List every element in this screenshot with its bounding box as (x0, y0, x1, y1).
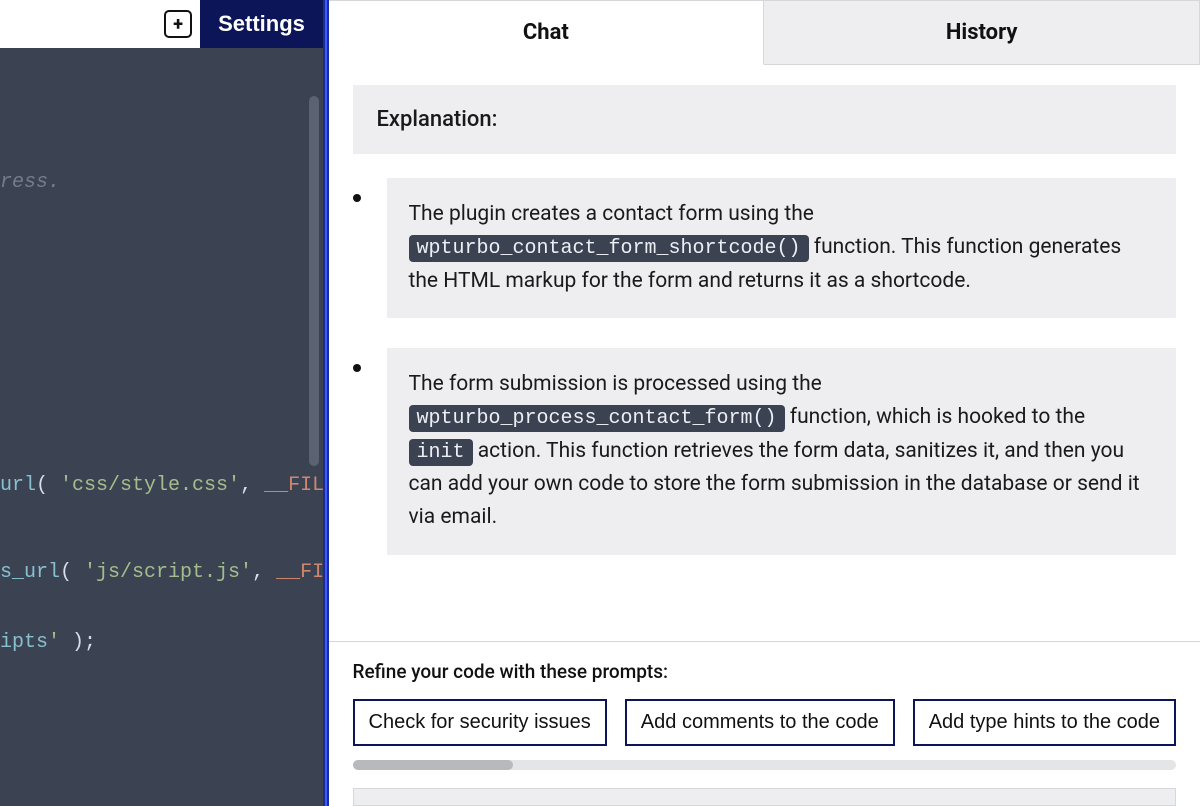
code-token: url (0, 474, 36, 497)
code-line: s_url( 'js/script.js', __FILE_ (0, 558, 323, 587)
code-token: __FILE_ (276, 561, 323, 584)
explanation-text: The plugin creates a contact form using … (387, 178, 1177, 318)
explanation-text: The form submission is processed using t… (387, 348, 1177, 555)
explanation-heading: Explanation: (353, 85, 1177, 154)
chat-tabs: Chat History (329, 1, 1200, 65)
code-token: , (252, 561, 276, 584)
new-file-button[interactable]: + (164, 10, 192, 38)
prompt-chips-row: Check for security issues Add comments t… (353, 699, 1177, 746)
settings-button[interactable]: Settings (200, 0, 323, 48)
chat-input[interactable] (353, 788, 1177, 806)
code-line: ipts' ); (0, 628, 96, 657)
text-span: action. This function retrieves the form… (409, 439, 1140, 530)
chat-body[interactable]: Explanation: The plugin creates a contac… (329, 65, 1200, 641)
prompt-chip-typehints[interactable]: Add type hints to the code (913, 699, 1176, 746)
chat-footer: Refine your code with these prompts: Che… (329, 641, 1200, 788)
code-line: ress. (0, 168, 60, 197)
text-span: function, which is hooked to the (790, 405, 1085, 429)
code-token: ipts (0, 631, 48, 654)
code-token: ( (60, 561, 84, 584)
code-editor-pane: + Settings ress. url( 'css/style.css', _… (0, 0, 323, 806)
plus-icon: + (173, 14, 183, 35)
horizontal-scrollbar[interactable] (353, 760, 1177, 770)
code-token: 'js/script.js' (84, 561, 252, 584)
code-token: ress. (0, 171, 60, 194)
bullet-icon (353, 194, 361, 202)
editor-toolbar: + Settings (0, 0, 323, 48)
bullet-icon (353, 364, 361, 372)
code-token: __FILE_ (264, 474, 323, 497)
tab-history[interactable]: History (764, 1, 1200, 65)
code-token: , (240, 474, 264, 497)
code-area[interactable]: ress. url( 'css/style.css', __FILE_ s_ur… (0, 48, 323, 806)
code-token: ' (48, 631, 60, 654)
chat-pane: Chat History Explanation: The plugin cre… (329, 0, 1200, 806)
code-token: ); (60, 631, 96, 654)
explanation-bullet: The plugin creates a contact form using … (353, 178, 1177, 318)
code-token: ( (36, 474, 60, 497)
prompt-chip-security[interactable]: Check for security issues (353, 699, 607, 746)
refine-label: Refine your code with these prompts: (353, 660, 1177, 683)
code-line: url( 'css/style.css', __FILE_ (0, 471, 323, 500)
text-span: The plugin creates a contact form using … (409, 202, 814, 226)
code-token: 'css/style.css' (60, 474, 240, 497)
tab-chat[interactable]: Chat (329, 1, 765, 65)
inline-code: wpturbo_process_contact_form() (409, 405, 785, 432)
explanation-bullet: The form submission is processed using t… (353, 348, 1177, 555)
inline-code: init (409, 439, 473, 466)
vertical-scrollbar[interactable] (309, 96, 319, 466)
text-span: The form submission is processed using t… (409, 372, 822, 396)
scrollbar-thumb[interactable] (353, 760, 513, 770)
inline-code: wpturbo_contact_form_shortcode() (409, 235, 809, 262)
code-token: s_url (0, 561, 60, 584)
prompt-chip-comments[interactable]: Add comments to the code (625, 699, 895, 746)
